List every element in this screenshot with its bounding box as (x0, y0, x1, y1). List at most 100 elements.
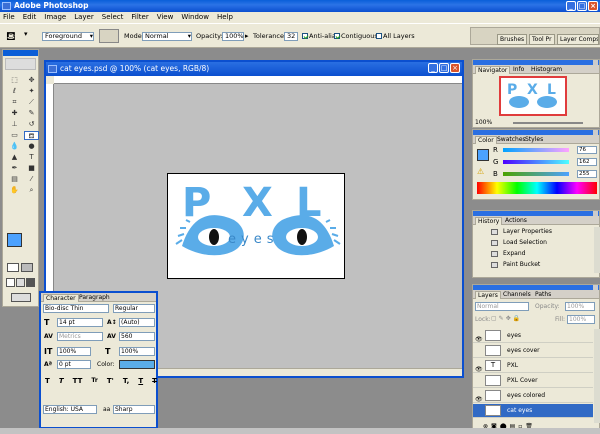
tab-navigator[interactable]: Navigator (475, 66, 511, 74)
jump-to-imageready-icon[interactable] (11, 293, 31, 302)
dodge-tool-icon[interactable]: ● (24, 142, 39, 151)
fill-source-select[interactable]: Foreground ▾ (42, 32, 94, 41)
opacity-chevron-icon[interactable]: ▸ (245, 32, 249, 40)
paint-bucket-icon[interactable]: ⛾ (6, 29, 16, 45)
gamut-warning-icon[interactable]: ⚠ (477, 167, 484, 176)
history-item[interactable]: Expand (473, 249, 593, 259)
vertical-scale-input[interactable]: 100% (57, 347, 91, 356)
underline-button[interactable]: T (138, 377, 143, 386)
hand-tool-icon[interactable]: ✋ (7, 186, 22, 195)
slice-tool-icon[interactable]: ⟋ (24, 98, 39, 107)
palette-well-tab-brushes[interactable]: Brushes (497, 34, 527, 45)
adobe-online-icon[interactable] (5, 58, 36, 70)
navigator-zoom-slider[interactable] (513, 122, 583, 124)
standard-mode-icon[interactable] (7, 263, 19, 272)
language-select[interactable]: English: USA (43, 405, 97, 414)
path-select-icon[interactable]: ▲ (7, 153, 22, 162)
small-caps-button[interactable]: Tr (91, 377, 97, 386)
kerning-input[interactable]: Metrics (57, 332, 103, 341)
red-value-input[interactable]: 76 (577, 146, 597, 154)
document-close-button[interactable]: × (450, 63, 460, 73)
tool-preset-chevron-icon[interactable]: ▾ (24, 30, 28, 38)
foreground-color-swatch[interactable] (7, 233, 22, 247)
tab-styles[interactable]: Styles (523, 136, 545, 144)
document-canvas[interactable]: P X L eyes (167, 173, 345, 279)
tab-history[interactable]: History (475, 217, 503, 225)
healing-brush-icon[interactable]: ✚ (7, 109, 22, 118)
tab-paragraph[interactable]: Paragraph (77, 294, 112, 302)
red-slider[interactable] (503, 148, 569, 152)
tab-paths[interactable]: Paths (533, 291, 553, 299)
baseline-shift-input[interactable]: 0 pt (57, 360, 91, 369)
document-minimize-button[interactable]: _ (428, 63, 438, 73)
magic-wand-tool-icon[interactable]: ✦ (24, 87, 39, 96)
faux-bold-button[interactable]: T (45, 377, 50, 386)
layer-opacity-input[interactable]: 100% (565, 302, 595, 311)
mode-select[interactable]: Normal ▾ (142, 32, 192, 41)
palette-well-tab-tool-presets[interactable]: Tool Pr (529, 34, 555, 45)
tracking-input[interactable]: 560 (119, 332, 155, 341)
all-layers-checkbox[interactable]: All Layers (376, 32, 415, 41)
eyedropper-tool-icon[interactable]: ⁄ (24, 175, 39, 184)
color-foreground-swatch[interactable] (477, 149, 489, 161)
eraser-tool-icon[interactable]: ▭ (7, 131, 22, 140)
blur-tool-icon[interactable]: 💧 (7, 142, 22, 151)
menu-filter[interactable]: Filter (131, 12, 148, 23)
tolerance-input[interactable]: 32 (284, 32, 298, 41)
strikethrough-button[interactable]: T (152, 377, 157, 386)
font-family-select[interactable]: Bio-disc Thin (43, 304, 109, 313)
move-tool-icon[interactable]: ✥ (24, 76, 39, 85)
all-caps-button[interactable]: TT (73, 377, 83, 386)
green-value-input[interactable]: 162 (577, 158, 597, 166)
faux-italic-button[interactable]: T (59, 377, 64, 386)
blue-value-input[interactable]: 255 (577, 170, 597, 178)
clone-stamp-icon[interactable]: ⊥ (7, 120, 22, 129)
font-size-input[interactable]: 14 pt (57, 318, 103, 327)
brush-tool-icon[interactable]: ✎ (24, 109, 39, 118)
horizontal-scale-input[interactable]: 100% (119, 347, 155, 356)
layer-blend-mode-select[interactable]: Normal (475, 302, 529, 311)
tab-color[interactable]: Color (475, 136, 497, 144)
lasso-tool-icon[interactable]: ℓ (7, 87, 22, 96)
history-item[interactable]: Load Selection (473, 238, 593, 248)
leading-input[interactable]: (Auto) (119, 318, 155, 327)
layer-row[interactable]: PXL Cover (473, 374, 593, 388)
marquee-tool-icon[interactable]: ⬚ (7, 76, 22, 85)
menu-layer[interactable]: Layer (74, 12, 94, 23)
tab-layers[interactable]: Layers (475, 291, 501, 299)
minimize-button[interactable]: _ (566, 1, 576, 11)
pen-tool-icon[interactable]: ✒ (7, 164, 22, 173)
close-button[interactable]: × (588, 1, 598, 11)
full-screen-icon[interactable] (26, 278, 35, 287)
document-maximize-button[interactable]: □ (439, 63, 449, 73)
subscript-button[interactable]: T, (123, 377, 129, 386)
blue-slider[interactable] (503, 172, 569, 176)
text-color-swatch[interactable] (119, 360, 155, 369)
quick-mask-mode-icon[interactable] (21, 263, 33, 272)
lock-options-icon[interactable]: ▢✎✥🔒 (491, 315, 522, 322)
font-style-select[interactable]: Regular (113, 304, 155, 313)
layer-row[interactable]: 👁 T PXL (473, 359, 593, 373)
tab-actions[interactable]: Actions (503, 217, 529, 225)
opacity-input[interactable]: 100% (222, 32, 244, 41)
history-scrollbar[interactable] (594, 227, 600, 273)
menu-view[interactable]: View (157, 12, 174, 23)
layer-row[interactable]: 👁 eyes (473, 329, 593, 343)
contiguous-checkbox[interactable]: Contiguous (334, 32, 378, 41)
crop-tool-icon[interactable]: ⌗ (7, 98, 22, 107)
layers-scrollbar[interactable] (594, 329, 600, 423)
layer-fill-input[interactable]: 100% (567, 315, 595, 324)
menu-help[interactable]: Help (217, 12, 233, 23)
full-screen-menu-icon[interactable] (16, 278, 25, 287)
standard-screen-icon[interactable] (6, 278, 15, 287)
shape-tool-icon[interactable]: ■ (24, 164, 39, 173)
superscript-button[interactable]: T' (107, 377, 114, 386)
layer-row[interactable]: 👁 eyes colored (473, 389, 593, 403)
layer-row[interactable]: eyes cover (473, 344, 593, 358)
layer-row[interactable]: cat eyes (473, 404, 593, 418)
paint-bucket-tool-icon[interactable]: ⛾ (24, 131, 39, 140)
palette-well-tab-layer-comps[interactable]: Layer Comps (557, 34, 599, 45)
menu-file[interactable]: File (3, 12, 15, 23)
type-tool-icon[interactable]: T (24, 153, 39, 162)
tab-info[interactable]: Info (511, 66, 526, 74)
